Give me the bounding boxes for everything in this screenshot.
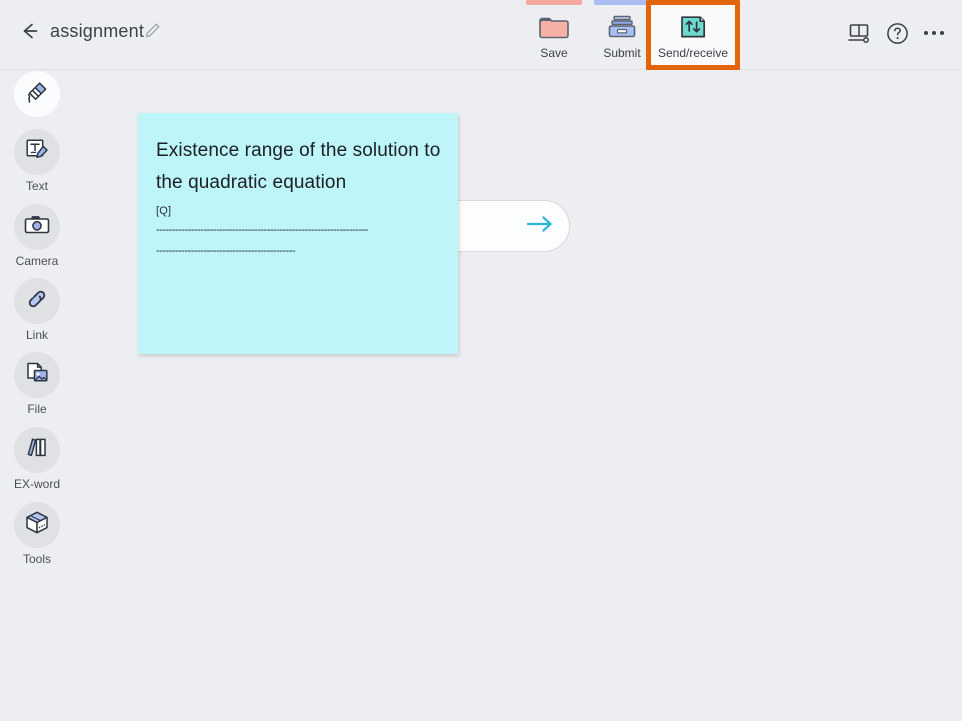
sidebar-item-pen[interactable] xyxy=(0,71,74,121)
camera-button[interactable] xyxy=(14,204,60,250)
sidebar-item-exword-label: EX-word xyxy=(13,477,60,491)
camera-icon xyxy=(22,211,52,244)
note-tag: [Q] xyxy=(156,205,172,217)
sidebar-item-exword[interactable]: EX-word xyxy=(0,427,74,491)
left-toolbar: Text Camera Link File EX-word Tools xyxy=(0,71,74,721)
send-receive-accent-bar xyxy=(651,0,735,5)
app-header: assignment Save Submit Send/receive xyxy=(0,0,962,70)
page-title: assignment xyxy=(50,21,145,41)
link-chain-icon xyxy=(23,285,51,318)
sidebar-item-file[interactable]: File xyxy=(0,352,74,416)
text-button[interactable] xyxy=(14,129,60,175)
sidebar-item-tools[interactable]: Tools xyxy=(0,502,74,566)
send-receive-icon xyxy=(677,10,709,44)
note-rule-line-1: ----------------------------------------… xyxy=(156,224,368,236)
inbox-tray-icon xyxy=(605,10,639,44)
presentation-display-icon[interactable] xyxy=(843,17,875,49)
sticky-note-card[interactable]: Existence range of the solution to the q… xyxy=(138,113,458,354)
header-toolbar: Save Submit Send/receive xyxy=(510,0,740,70)
file-button[interactable] xyxy=(14,352,60,398)
note-title: Existence range of the solution to the q… xyxy=(156,140,441,193)
arrow-right-icon xyxy=(525,213,555,240)
note-rule-line-2: ----------------------------------------… xyxy=(156,245,296,257)
pen-highlighter-button[interactable] xyxy=(14,71,60,117)
toolbox-cube-icon xyxy=(22,508,52,543)
books-icon xyxy=(23,434,51,467)
link-button[interactable] xyxy=(14,278,60,324)
sidebar-item-camera[interactable]: Camera xyxy=(0,204,74,268)
app-root: assignment Save Submit Send/receive Text… xyxy=(0,0,962,721)
sidebar-item-link-label: Link xyxy=(25,328,48,342)
send-receive-button[interactable]: Send/receive xyxy=(646,0,740,70)
submit-label: Submit xyxy=(603,46,641,60)
sidebar-item-text-label: Text xyxy=(25,179,48,193)
exword-button[interactable] xyxy=(14,427,60,473)
sidebar-item-text[interactable]: Text xyxy=(0,129,74,193)
next-card-button[interactable] xyxy=(456,200,570,252)
folder-icon xyxy=(537,10,571,44)
more-options-dots xyxy=(924,31,944,35)
sidebar-item-tools-label: Tools xyxy=(22,552,51,566)
save-button[interactable]: Save xyxy=(520,0,588,70)
back-arrow-icon[interactable] xyxy=(14,16,44,46)
sidebar-item-link[interactable]: Link xyxy=(0,278,74,342)
more-options-icon[interactable] xyxy=(918,17,950,49)
file-image-icon xyxy=(23,359,51,392)
help-question-icon[interactable] xyxy=(881,17,913,49)
send-receive-label: Send/receive xyxy=(657,46,729,60)
submit-accent-bar xyxy=(594,0,650,5)
text-edit-icon xyxy=(23,136,51,169)
pen-highlighter-icon xyxy=(22,77,52,112)
pencil-edit-icon[interactable] xyxy=(142,20,162,40)
save-accent-bar xyxy=(526,0,582,5)
sidebar-item-camera-label: Camera xyxy=(15,254,59,268)
save-label: Save xyxy=(540,46,568,60)
sidebar-item-file-label: File xyxy=(27,402,47,416)
note-canvas[interactable]: Existence range of the solution to the q… xyxy=(74,71,962,721)
tools-button[interactable] xyxy=(14,502,60,548)
